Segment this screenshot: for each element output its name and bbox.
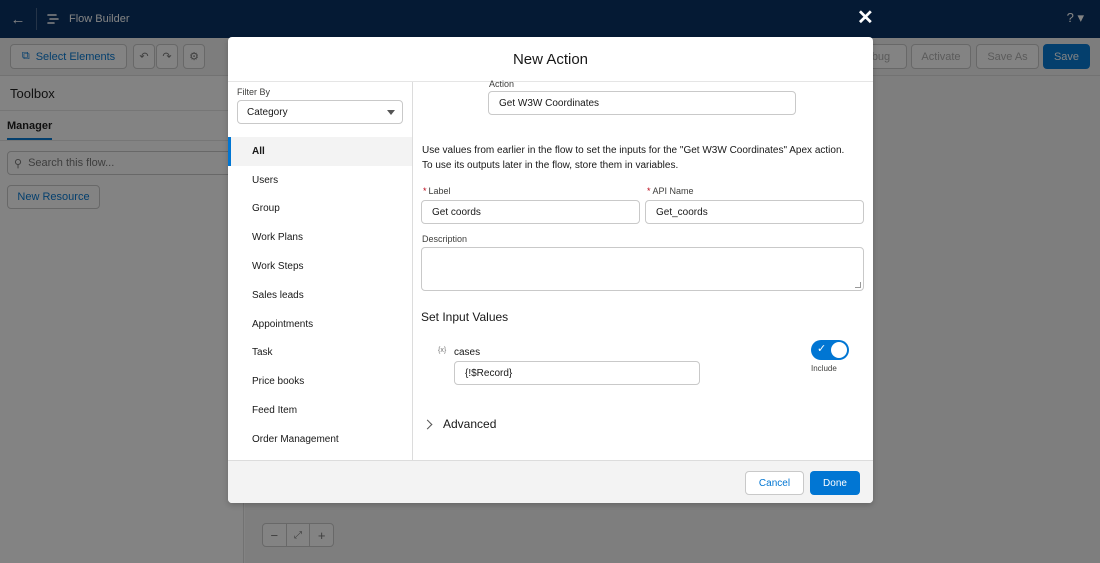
filter-label: Filter By xyxy=(237,87,271,97)
resize-handle-icon[interactable] xyxy=(855,282,861,288)
category-item-feed-item[interactable]: Feed Item xyxy=(228,396,412,425)
modal-title: New Action xyxy=(228,37,873,82)
category-item-group[interactable]: Group xyxy=(228,195,412,224)
cases-value-input[interactable]: {!$Record} xyxy=(454,361,700,385)
include-toggle[interactable]: ✓ xyxy=(811,340,849,360)
category-item-appointments[interactable]: Appointments xyxy=(228,310,412,339)
category-item-work-plans[interactable]: Work Plans xyxy=(228,223,412,252)
include-label: Include xyxy=(811,364,837,373)
category-item-order-management[interactable]: Order Management xyxy=(228,425,412,454)
category-item-all[interactable]: All xyxy=(228,137,412,166)
description-textarea[interactable] xyxy=(421,247,864,291)
chevron-down-icon xyxy=(387,110,395,115)
done-button[interactable]: Done xyxy=(810,471,860,495)
close-icon[interactable]: ✕ xyxy=(857,8,874,28)
category-list: All Users Group Work Plans Work Steps Sa… xyxy=(228,137,412,454)
cancel-button[interactable]: Cancel xyxy=(745,471,804,495)
label-field-label: * Label xyxy=(423,186,451,196)
set-input-values-title: Set Input Values xyxy=(421,310,509,324)
required-mark: * xyxy=(647,186,651,196)
category-item-users[interactable]: Users xyxy=(228,166,412,195)
category-item-task[interactable]: Task xyxy=(228,339,412,368)
check-icon: ✓ xyxy=(817,343,827,355)
new-action-modal: New Action Filter By Category All Users … xyxy=(228,37,873,503)
api-name-field-label: * API Name xyxy=(647,186,694,196)
param-name: cases xyxy=(454,347,481,358)
action-input[interactable]: Get W3W Coordinates xyxy=(488,91,796,115)
help-text: Use values from earlier in the flow to s… xyxy=(422,145,845,171)
filter-select[interactable]: Category xyxy=(237,100,403,124)
category-item-sales-leads[interactable]: Sales leads xyxy=(228,281,412,310)
chevron-right-icon xyxy=(422,419,433,429)
category-item-price-books[interactable]: Price books xyxy=(228,367,412,396)
action-detail-panel: Action Get W3W Coordinates Use values fr… xyxy=(414,79,873,460)
variable-icon: {x} xyxy=(438,347,447,354)
toggle-knob xyxy=(831,342,847,358)
description-label: Description xyxy=(422,234,468,244)
category-panel: Filter By Category All Users Group Work … xyxy=(228,82,413,460)
category-item-work-steps[interactable]: Work Steps xyxy=(228,252,412,281)
required-mark: * xyxy=(423,186,427,196)
modal-body: Filter By Category All Users Group Work … xyxy=(228,79,873,460)
api-name-input[interactable]: Get_coords xyxy=(645,200,864,224)
action-label: Action xyxy=(489,79,515,89)
modal-footer: Cancel Done xyxy=(228,460,873,503)
label-input[interactable]: Get coords xyxy=(421,200,640,224)
advanced-section-toggle[interactable]: Advanced xyxy=(422,417,496,431)
